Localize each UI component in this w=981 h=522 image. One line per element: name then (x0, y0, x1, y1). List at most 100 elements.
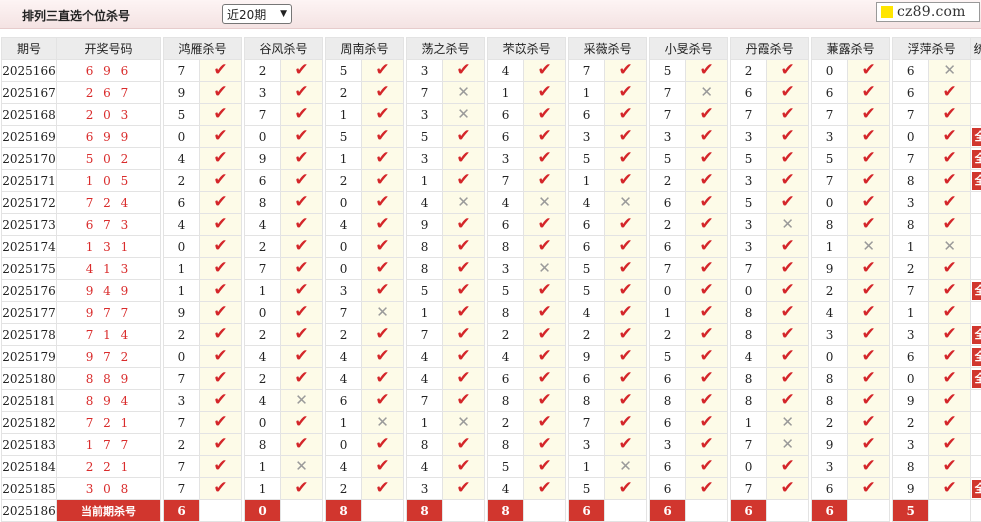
kill-digit: 2 (326, 324, 362, 346)
table-row: 20251779 7 79✔0✔7✕1✔8✔4✔1✔8✔4✔1✔9 (2, 302, 981, 324)
cross-icon: ✕ (700, 83, 713, 101)
check-icon: ✔ (780, 148, 794, 168)
check-icon: ✔ (537, 412, 551, 432)
col-header-expert[interactable]: 蒹露杀号 (812, 38, 890, 60)
check-icon: ✔ (456, 368, 470, 388)
check-icon: ✔ (862, 214, 876, 234)
hit-cell: ✔ (200, 368, 242, 390)
check-icon: ✔ (213, 280, 227, 300)
check-icon: ✔ (537, 214, 551, 234)
kill-digit: 8 (407, 258, 443, 280)
kill-digit: 5 (731, 192, 767, 214)
kill-digit: 6 (488, 214, 524, 236)
hit-cell: ✔ (362, 170, 404, 192)
table-row: 20251754 1 31✔7✔0✔8✔3✕5✔7✔7✔9✔2✔9 (2, 258, 981, 280)
kill-digit: 1 (812, 236, 848, 258)
check-icon: ✔ (699, 192, 713, 212)
hit-cell: ✔ (362, 258, 404, 280)
hit-cell: ✔ (281, 346, 323, 368)
kill-digit: 5 (650, 148, 686, 170)
empty-cell (971, 500, 981, 522)
hit-cell: ✔ (686, 148, 728, 170)
col-header-expert[interactable]: 浮萍杀号 (893, 38, 971, 60)
check-icon: ✔ (943, 192, 957, 212)
stat-cell: 7 (971, 192, 981, 214)
hit-cell: ✔ (686, 280, 728, 302)
hit-cell: ✔ (767, 324, 809, 346)
check-icon: ✔ (213, 192, 227, 212)
kill-digit: 3 (650, 126, 686, 148)
kill-digit: 6 (326, 390, 362, 412)
current-kill-digit: 8 (326, 500, 362, 522)
hit-cell: ✔ (200, 236, 242, 258)
hit-cell: ✔ (929, 456, 971, 478)
site-logo[interactable]: cz89.com (876, 2, 980, 22)
check-icon: ✔ (456, 456, 470, 476)
kill-digit: 0 (731, 456, 767, 478)
kill-digit: 9 (407, 214, 443, 236)
col-header-expert[interactable]: 芣苡杀号 (488, 38, 566, 60)
col-header-expert[interactable]: 鸿雁杀号 (164, 38, 242, 60)
hit-cell: ✔ (605, 324, 647, 346)
hit-cell: ✔ (848, 126, 890, 148)
col-header-expert[interactable]: 荡之杀号 (407, 38, 485, 60)
hit-cell: ✔ (686, 236, 728, 258)
hit-cell: ✔ (686, 434, 728, 456)
kill-digit: 4 (326, 368, 362, 390)
hit-cell: ✔ (929, 368, 971, 390)
check-icon: ✔ (213, 82, 227, 102)
period-select[interactable]: 近20期 ▼ (222, 4, 292, 24)
kill-digit: 3 (407, 148, 443, 170)
check-icon: ✔ (943, 302, 957, 322)
check-icon: ✔ (618, 82, 632, 102)
check-icon: ✔ (537, 368, 551, 388)
stat-cell: 全对 (971, 478, 981, 500)
issue-number: 2025171 (2, 170, 57, 192)
col-header-expert[interactable]: 周南杀号 (326, 38, 404, 60)
hit-cell: ✔ (929, 258, 971, 280)
kill-digit: 8 (893, 170, 929, 192)
check-icon: ✔ (618, 412, 632, 432)
empty-cell (686, 500, 728, 522)
empty-cell (281, 500, 323, 522)
all-correct-badge: 全对 (972, 370, 981, 388)
hit-cell: ✔ (524, 478, 566, 500)
col-header-expert[interactable]: 小旻杀号 (650, 38, 728, 60)
kill-digit: 6 (650, 478, 686, 500)
kill-digit: 7 (164, 412, 200, 434)
issue-number: 2025173 (2, 214, 57, 236)
col-header-expert[interactable]: 采薇杀号 (569, 38, 647, 60)
hit-cell: ✔ (605, 412, 647, 434)
issue-number: 2025177 (2, 302, 57, 324)
check-icon: ✔ (699, 390, 713, 410)
check-icon: ✔ (943, 412, 957, 432)
empty-cell (443, 500, 485, 522)
kill-digit: 3 (326, 280, 362, 302)
hit-cell: ✔ (443, 214, 485, 236)
hit-cell: ✔ (200, 390, 242, 412)
kill-digit: 2 (245, 324, 281, 346)
kill-digit: 2 (893, 412, 929, 434)
check-icon: ✔ (294, 236, 308, 256)
kill-digit: 1 (326, 412, 362, 434)
check-icon: ✔ (537, 170, 551, 190)
col-header-expert[interactable]: 丹霞杀号 (731, 38, 809, 60)
hit-cell: ✔ (443, 170, 485, 192)
col-header-expert[interactable]: 谷风杀号 (245, 38, 323, 60)
check-icon: ✔ (618, 280, 632, 300)
hit-cell: ✔ (362, 126, 404, 148)
miss-cell: ✕ (281, 390, 323, 412)
issue-number: 2025182 (2, 412, 57, 434)
kill-digit: 2 (812, 412, 848, 434)
kill-digit: 1 (326, 104, 362, 126)
kill-digit: 4 (245, 214, 281, 236)
check-icon: ✔ (375, 478, 389, 498)
kill-digit: 1 (731, 412, 767, 434)
kill-digit: 6 (245, 170, 281, 192)
stat-cell: 全对 (971, 126, 981, 148)
miss-cell: ✕ (443, 412, 485, 434)
kill-digit: 1 (407, 170, 443, 192)
hit-cell: ✔ (524, 104, 566, 126)
current-kill-label: 当前期杀号 (57, 500, 161, 522)
check-icon: ✔ (456, 390, 470, 410)
